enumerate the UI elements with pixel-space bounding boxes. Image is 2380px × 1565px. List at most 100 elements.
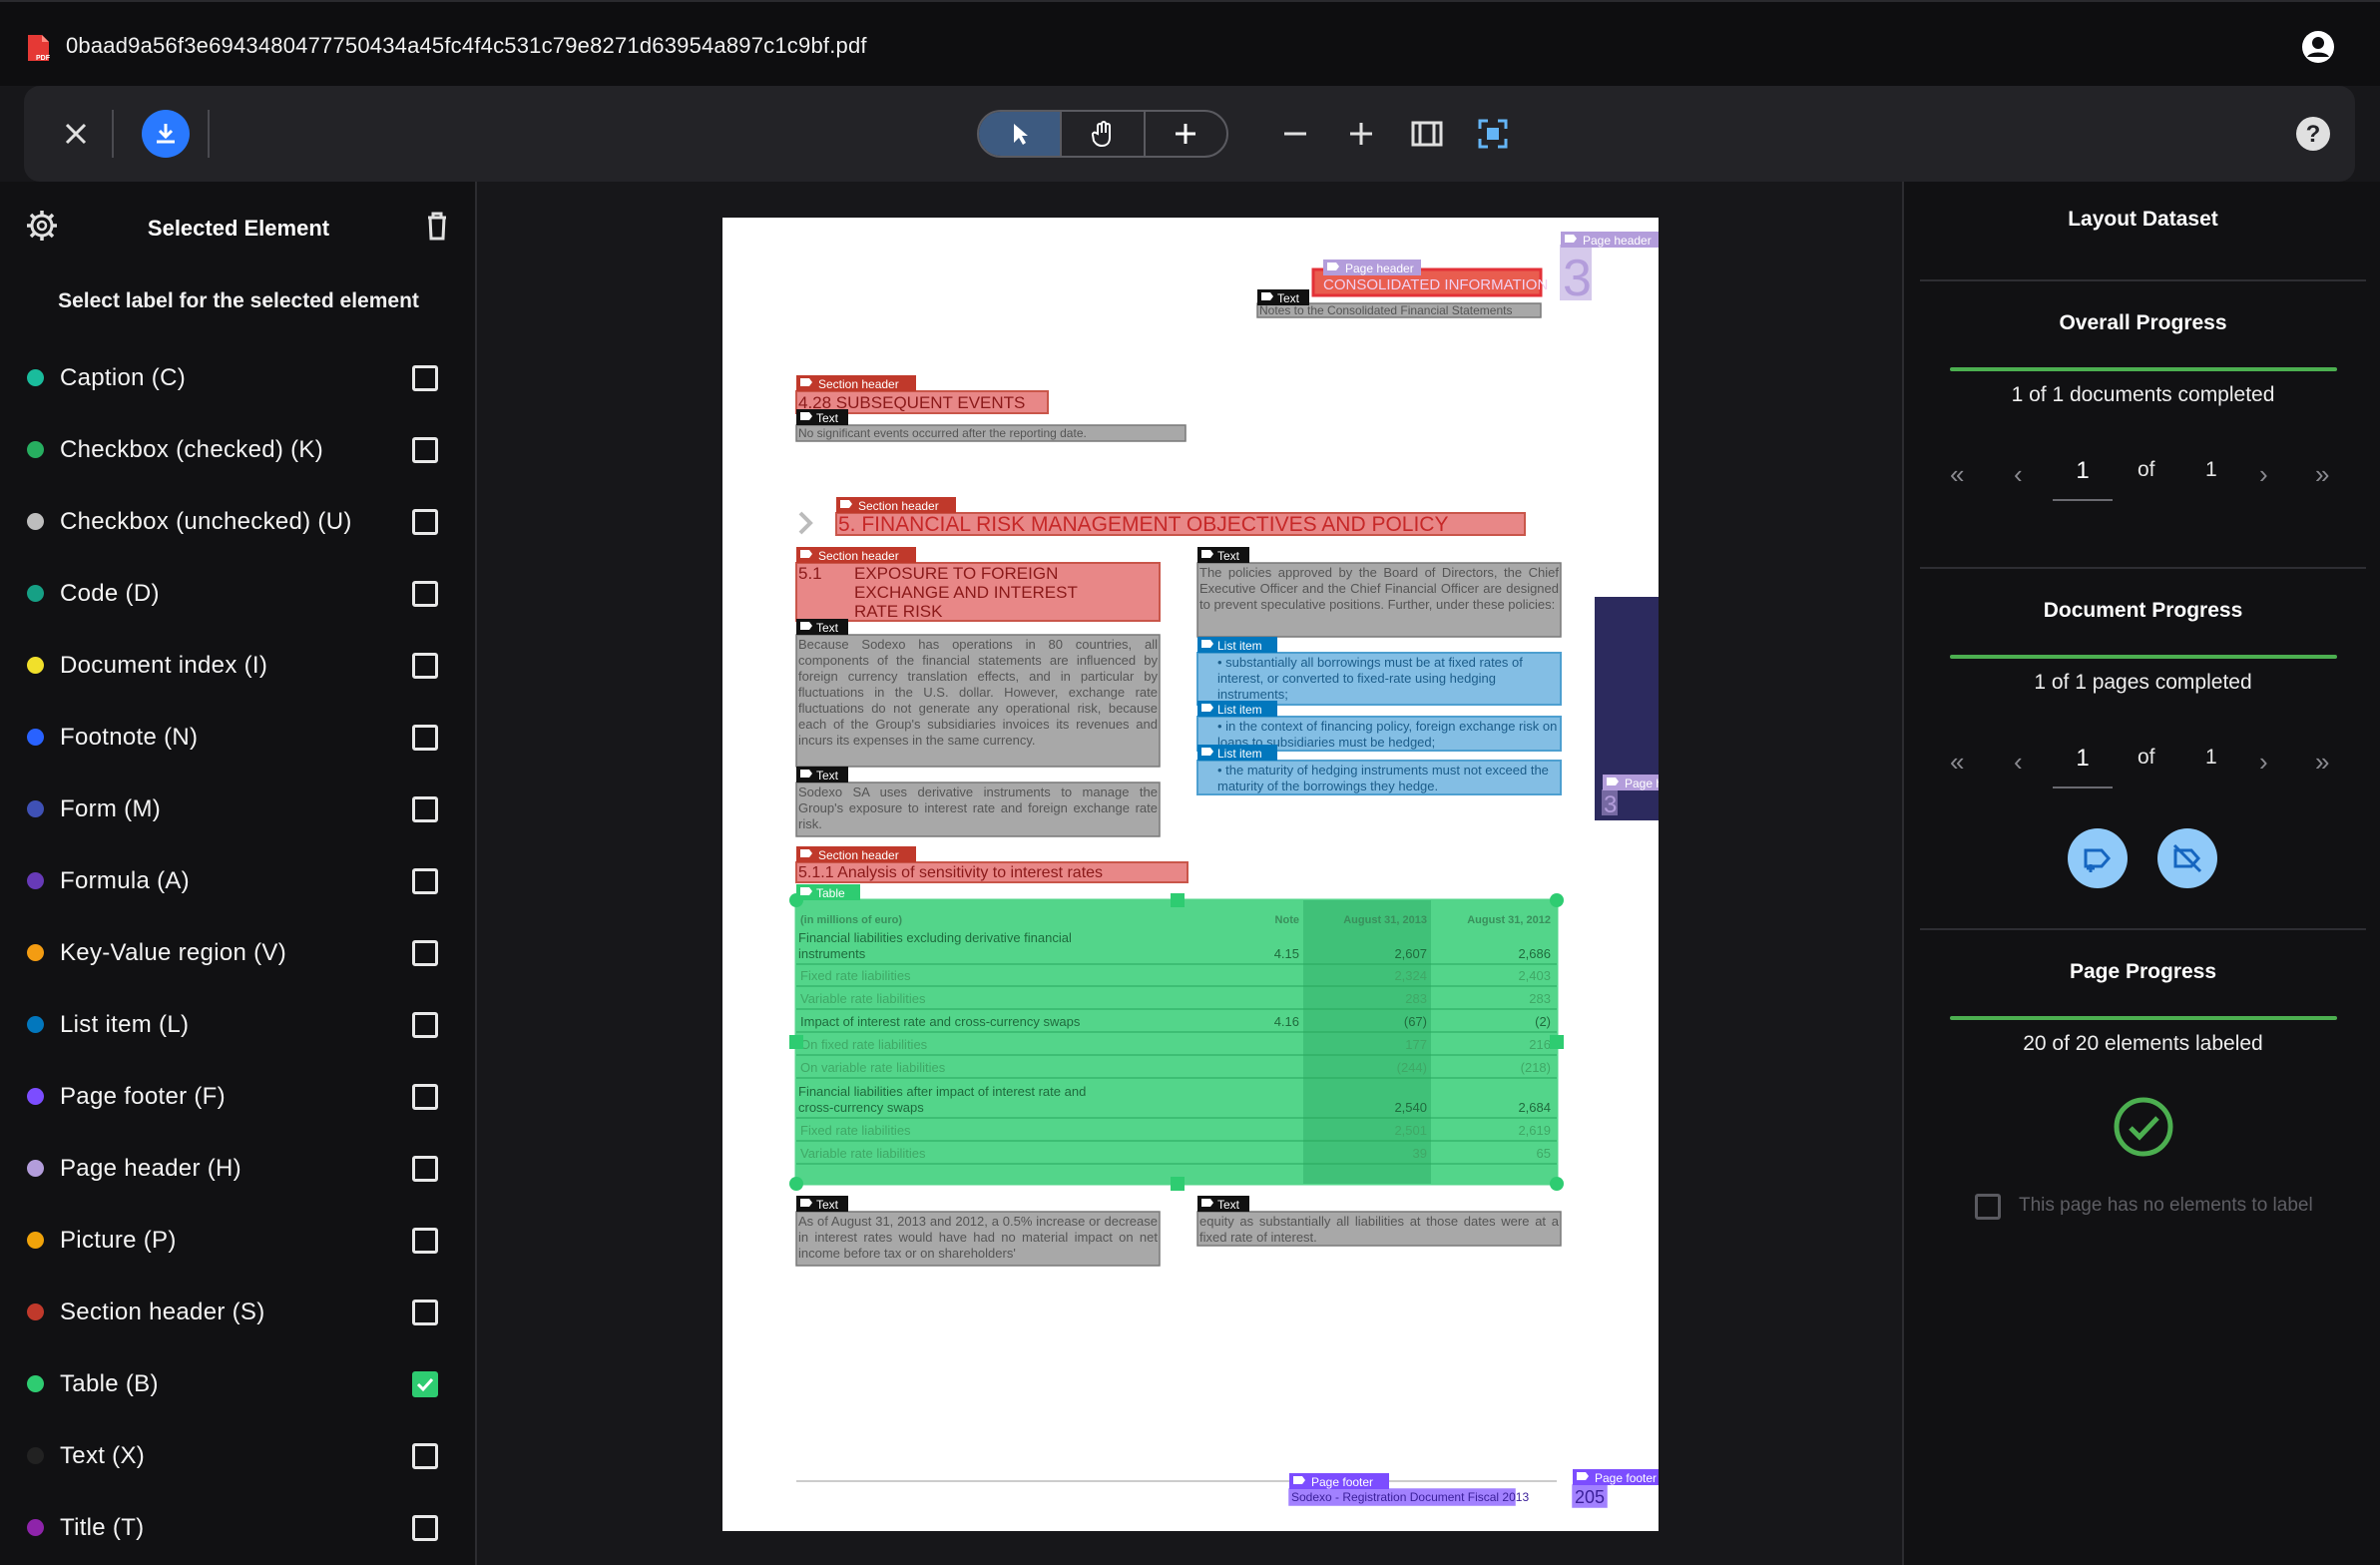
label-checkbox[interactable] (412, 1012, 438, 1038)
download-button[interactable] (138, 106, 194, 162)
page-header-annotation[interactable]: 3 Page header (1560, 232, 1659, 307)
first-page-icon[interactable]: « (1950, 747, 1964, 778)
label-option[interactable]: List item (L) (0, 988, 477, 1060)
current-document-input[interactable]: 1 (2053, 451, 2113, 501)
label-checkbox[interactable] (412, 581, 438, 607)
text-annotation[interactable]: As of August 31, 2013 and 2012, a 0.5% i… (795, 1196, 1161, 1267)
table-annotation-selected[interactable]: Table (in millions of euro) Note August 31… (789, 884, 1564, 1191)
label-checkbox[interactable] (412, 868, 438, 894)
label-option[interactable]: Text (X) (0, 1419, 477, 1491)
add-label-button[interactable] (2068, 828, 2128, 888)
label-checkbox[interactable] (412, 1228, 438, 1254)
text-annotation[interactable]: Sodexo SA uses derivative instruments to… (795, 767, 1161, 837)
section-header-annotation[interactable]: 5. FINANCIAL RISK MANAGEMENT OBJECTIVES … (835, 497, 1526, 536)
first-page-icon[interactable]: « (1950, 459, 1964, 490)
tag-page-footer: Page footer (1311, 1475, 1373, 1489)
text-annotation[interactable]: equity as substantially all liabilities … (1196, 1196, 1562, 1247)
label-checkbox[interactable] (412, 365, 438, 391)
tag-text: Text (816, 1198, 839, 1212)
label-color-dot (27, 1304, 44, 1320)
label-option[interactable]: Page footer (F) (0, 1060, 477, 1132)
label-option[interactable]: Section header (S) (0, 1276, 477, 1347)
table-cell: 2,686 (1518, 946, 1551, 961)
prev-page-icon[interactable]: ‹ (2014, 459, 2023, 490)
fit-page-button[interactable] (1465, 106, 1521, 162)
label-option-text: List item (L) (60, 1011, 190, 1038)
label-checkbox[interactable] (412, 1156, 438, 1182)
label-checkbox[interactable] (412, 940, 438, 966)
table-cell: 283 (1529, 991, 1551, 1006)
label-option[interactable]: Code (D) (0, 557, 477, 629)
zoom-in-button[interactable] (1333, 106, 1389, 162)
label-option[interactable]: Page header (H) (0, 1132, 477, 1204)
label-option[interactable]: Form (M) (0, 773, 477, 844)
prev-page-icon[interactable]: ‹ (2014, 747, 2023, 778)
label-option[interactable]: Key-Value region (V) (0, 916, 477, 988)
last-page-icon[interactable]: » (2315, 747, 2329, 778)
current-page-input[interactable]: 1 (2053, 739, 2113, 788)
label-checkbox[interactable] (412, 796, 438, 822)
label-option[interactable]: Title (T) (0, 1491, 477, 1563)
pan-mode-button[interactable] (1062, 112, 1146, 156)
tag-text: Text (816, 621, 839, 635)
list-item-3-text: the maturity of hedging instruments must… (1217, 763, 1549, 793)
table-cell: 2,540 (1394, 1100, 1427, 1115)
add-mode-button[interactable] (1146, 112, 1226, 156)
overall-progress-bar (1950, 367, 2337, 371)
remove-label-button[interactable] (2157, 828, 2217, 888)
list-item-annotation[interactable]: • in the context of financing policy, fo… (1196, 701, 1562, 752)
page-header-annotation[interactable]: CONSOLIDATED INFORMATION Page header (1311, 260, 1548, 297)
document-page[interactable]: CONSOLIDATED INFORMATION Page header Not… (722, 218, 1659, 1531)
list-item-annotation[interactable]: • the maturity of hedging instruments mu… (1196, 745, 1562, 795)
section-header-annotation[interactable]: 5.1.1 Analysis of sensitivity to interes… (795, 846, 1189, 883)
label-option[interactable]: Checkbox (checked) (K) (0, 413, 477, 485)
pager-of-label: of (2138, 746, 2155, 769)
list-item-annotation[interactable]: • substantially all borrowings must be a… (1196, 637, 1562, 706)
close-button[interactable] (48, 106, 104, 162)
label-option[interactable]: Caption (C) (0, 341, 477, 413)
text-annotation[interactable]: Because Sodexo has operations in 80 coun… (795, 619, 1161, 768)
last-page-icon[interactable]: » (2315, 459, 2329, 490)
section-51-number: 5.1 (798, 564, 822, 583)
zoom-out-button[interactable] (1267, 106, 1323, 162)
account-circle-icon[interactable] (2300, 29, 2336, 65)
header-page-number: 3 (1563, 250, 1592, 307)
label-color-dot (27, 872, 44, 889)
section-header-annotation[interactable]: 5.1 EXPOSURE TO FOREIGN EXCHANGE AND INT… (795, 547, 1161, 622)
fit-width-button[interactable] (1399, 106, 1455, 162)
no-elements-checkbox[interactable] (1975, 1194, 2001, 1220)
label-checkbox[interactable] (412, 1515, 438, 1541)
next-page-icon[interactable]: › (2259, 747, 2268, 778)
section-header-annotation[interactable]: 4.28 SUBSEQUENT EVENTS Section header (795, 375, 1049, 414)
label-checkbox[interactable] (412, 725, 438, 751)
label-option[interactable]: Formula (A) (0, 844, 477, 916)
label-option[interactable]: Checkbox (unchecked) (U) (0, 485, 477, 557)
text-annotation[interactable]: The policies approved by the Board of Di… (1196, 547, 1562, 638)
select-mode-button[interactable] (979, 112, 1063, 156)
label-checkbox[interactable] (412, 1371, 438, 1397)
paragraph-left-1: Because Sodexo has operations in 80 coun… (798, 637, 1158, 748)
table-cell: (218) (1521, 1060, 1551, 1075)
label-checkbox[interactable] (412, 437, 438, 463)
label-checkbox[interactable] (412, 653, 438, 679)
section-511-text: 5.1.1 Analysis of sensitivity to interes… (798, 864, 1103, 881)
label-color-dot (27, 369, 44, 386)
trash-icon[interactable] (419, 208, 455, 244)
page-footer-annotation[interactable]: Sodexo - Registration Document Fiscal 20… (1288, 1473, 1529, 1506)
paragraph-left-2: Sodexo SA uses derivative instruments to… (798, 784, 1158, 831)
label-option[interactable]: Document index (I) (0, 629, 477, 701)
label-checkbox[interactable] (412, 509, 438, 535)
label-checkbox[interactable] (412, 1084, 438, 1110)
label-option[interactable]: Picture (P) (0, 1204, 477, 1276)
label-option-text: Picture (P) (60, 1227, 177, 1254)
label-checkbox[interactable] (412, 1443, 438, 1469)
help-button[interactable]: ? (2285, 106, 2341, 162)
fit-page-icon (1478, 119, 1508, 149)
label-off-icon (2172, 843, 2202, 873)
label-option[interactable]: Table (B) (0, 1347, 477, 1419)
label-option[interactable]: Footnote (N) (0, 701, 477, 773)
label-color-dot (27, 657, 44, 674)
table-cell: (244) (1397, 1060, 1427, 1075)
label-checkbox[interactable] (412, 1300, 438, 1325)
next-page-icon[interactable]: › (2259, 459, 2268, 490)
